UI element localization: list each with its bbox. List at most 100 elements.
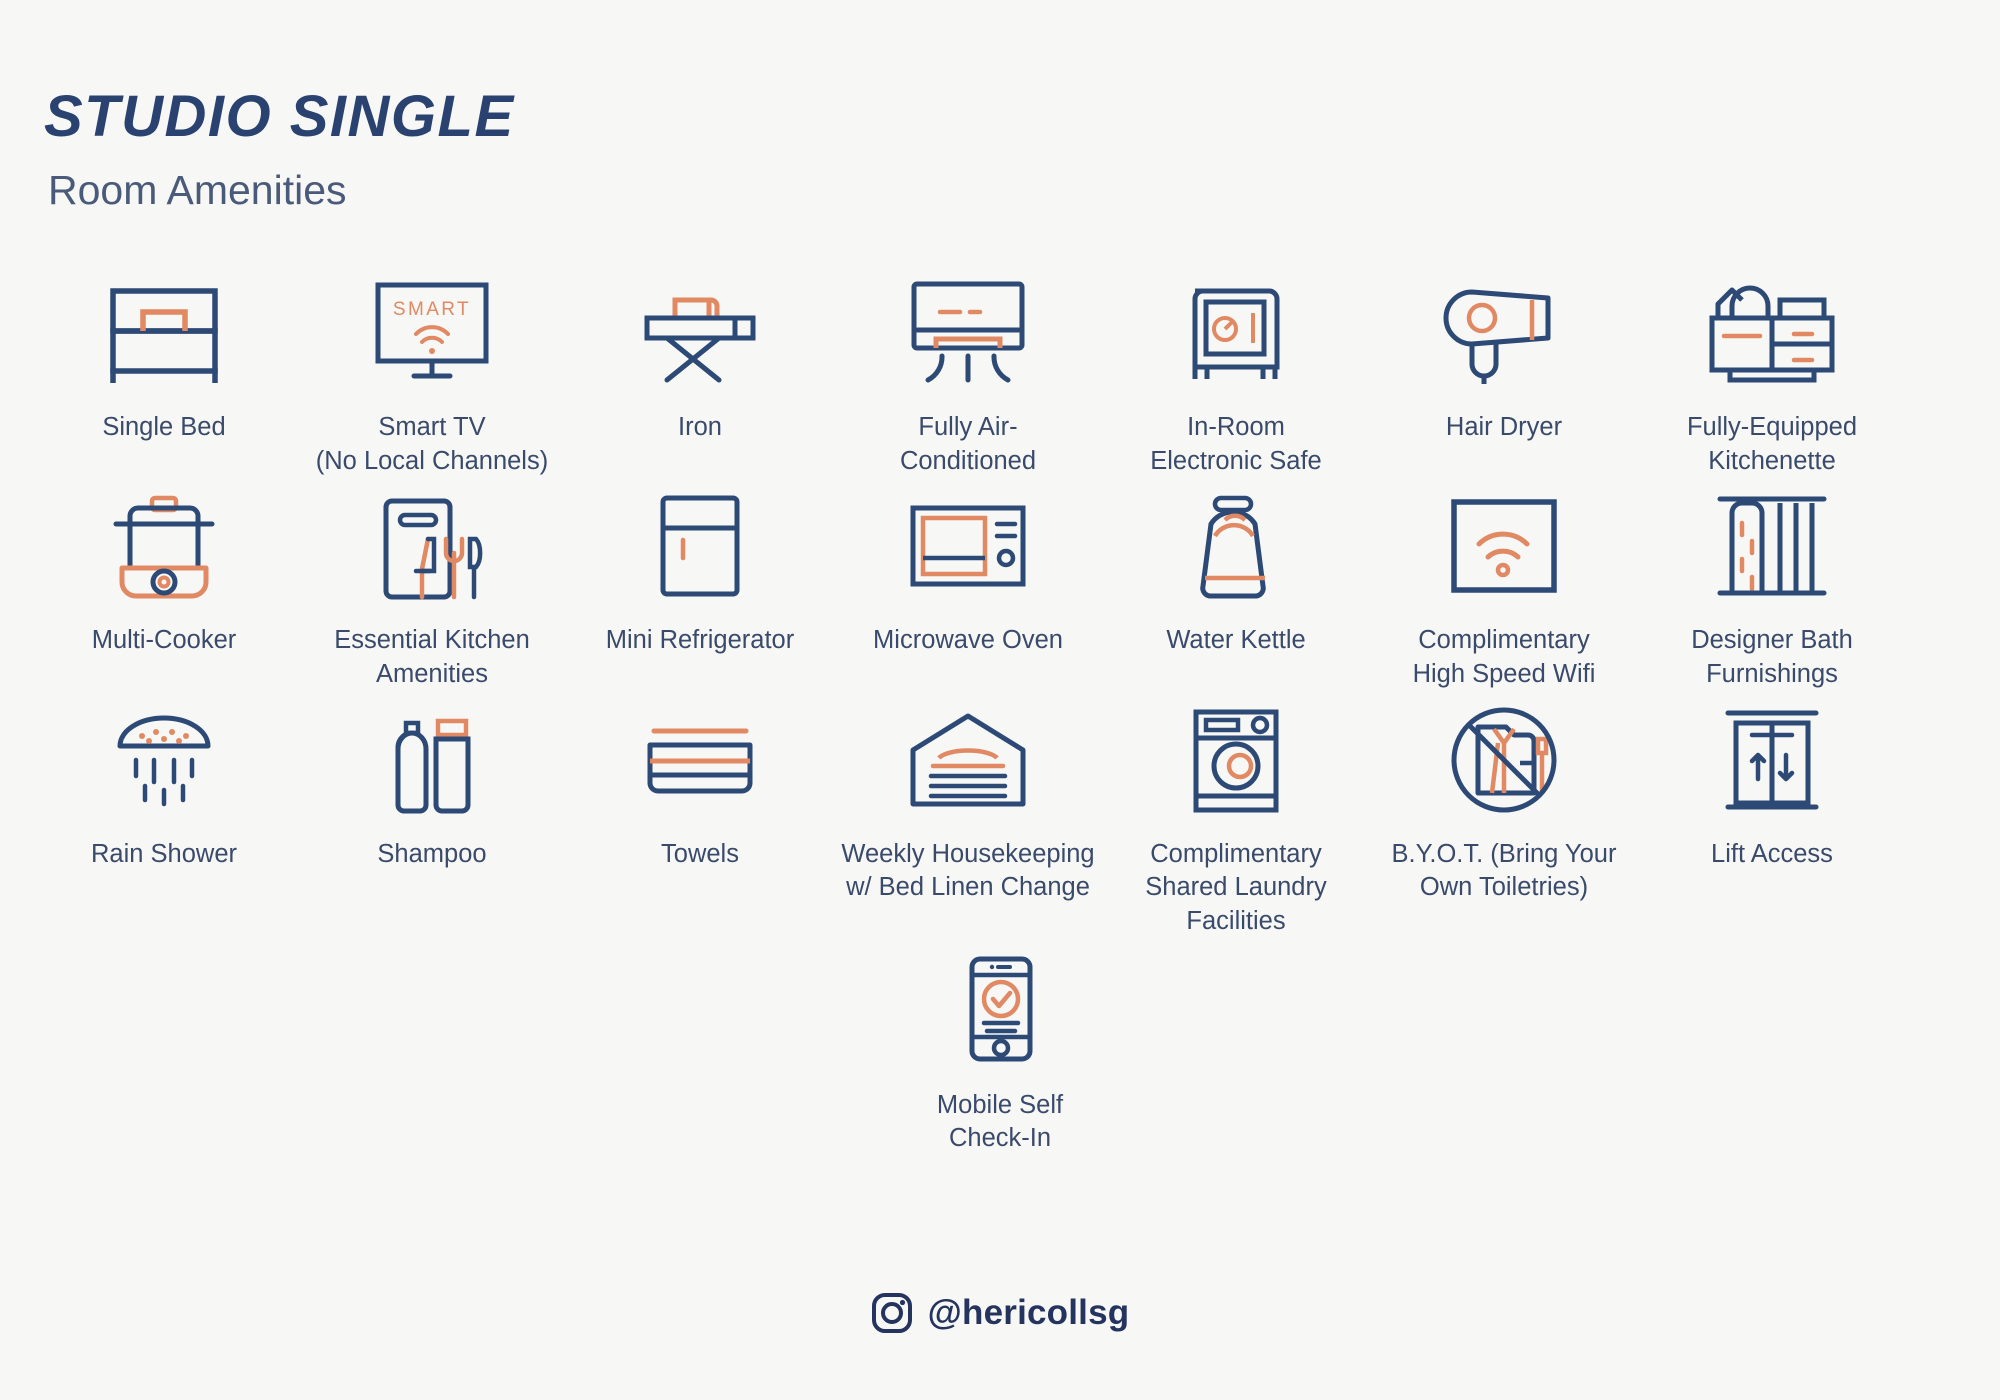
amenity-label: Fully-Equipped Kitchenette	[1687, 411, 1857, 478]
amenity-label: Essential Kitchen Amenities	[334, 624, 530, 691]
page-header: STUDIO SINGLE Room Amenities	[0, 0, 2000, 211]
page-title: STUDIO SINGLE	[44, 84, 515, 149]
amenity-air-conditioned: Fully Air- Conditioned	[834, 267, 1102, 478]
amenity-label-line1: Complimentary	[1150, 839, 1322, 868]
bath-furnishings-icon	[1712, 484, 1832, 608]
mini-fridge-icon	[645, 484, 755, 608]
shampoo-icon	[372, 698, 492, 822]
amenity-label-line1: Essential Kitchen	[334, 626, 530, 655]
amenity-rain-shower: Rain Shower	[30, 698, 298, 872]
amenity-byot: B.Y.O.T. (Bring Your Own Toiletries)	[1370, 698, 1638, 905]
wifi-icon	[1441, 484, 1567, 608]
amenity-label: Complimentary High Speed Wifi	[1413, 624, 1596, 691]
amenities-row: Single Bed SMART Smart TV (No Local Chan…	[30, 267, 1970, 484]
amenity-label: Iron	[678, 413, 722, 441]
kitchenette-icon	[1702, 267, 1842, 395]
amenity-hair-dryer: Hair Dryer	[1370, 267, 1638, 445]
amenity-mini-refrigerator: Mini Refrigerator	[566, 484, 834, 658]
amenity-label-line1: Fully Air-	[918, 413, 1018, 441]
towels-icon	[636, 698, 764, 822]
amenity-label: Rain Shower	[91, 839, 237, 868]
amenity-label-line1: Smart TV	[378, 413, 486, 441]
amenity-microwave-oven: Microwave Oven	[834, 484, 1102, 658]
water-kettle-icon	[1181, 484, 1291, 608]
smart-tv-icon: SMART	[366, 267, 498, 395]
amenity-label-line2: (No Local Channels)	[315, 446, 549, 475]
lift-icon	[1720, 698, 1824, 822]
amenity-label: Complimentary Shared Laundry Facilities	[1145, 838, 1326, 939]
amenity-label: Water Kettle	[1166, 626, 1306, 655]
amenity-laundry: Complimentary Shared Laundry Facilities	[1102, 698, 1370, 939]
amenity-towels: Towels	[566, 698, 834, 872]
microwave-icon	[903, 484, 1033, 608]
amenity-label: B.Y.O.T. (Bring Your Own Toiletries)	[1392, 838, 1617, 905]
amenity-water-kettle: Water Kettle	[1102, 484, 1370, 658]
amenity-label: Fully Air- Conditioned	[900, 411, 1036, 478]
instagram-icon[interactable]	[871, 1292, 913, 1334]
smart-tv-screen-text: SMART	[393, 299, 471, 320]
amenity-label: Shampoo	[377, 839, 487, 868]
social-footer[interactable]: @hericollsg	[0, 1292, 2000, 1334]
amenity-label: Weekly Housekeeping w/ Bed Linen Change	[841, 838, 1094, 905]
safe-icon	[1181, 267, 1291, 395]
amenity-label: Multi-Cooker	[91, 626, 237, 655]
amenity-label: Single Bed	[102, 413, 226, 441]
page-subtitle: Room Amenities	[48, 167, 347, 213]
amenity-label-line1: Complimentary	[1418, 626, 1590, 655]
instagram-handle[interactable]: @hericollsg	[928, 1293, 1130, 1333]
amenity-label: Towels	[661, 839, 739, 868]
amenity-label-line1: Fully-Equipped	[1686, 413, 1858, 441]
amenity-label-line1: Mobile Self	[936, 1090, 1064, 1119]
amenity-label-line1: In-Room	[1187, 413, 1285, 441]
amenity-multi-cooker: Multi-Cooker	[30, 484, 298, 658]
amenity-label-line2: Own Toiletries)	[1419, 873, 1589, 902]
amenity-kitchen-amenities: Essential Kitchen Amenities	[298, 484, 566, 691]
amenity-label: Mobile Self Check-In	[937, 1089, 1063, 1156]
amenity-label: Designer Bath Furnishings	[1691, 624, 1853, 691]
amenity-label-line3: Facilities	[1186, 906, 1286, 935]
amenity-wifi: Complimentary High Speed Wifi	[1370, 484, 1638, 691]
amenity-label-line2: Kitchenette	[1708, 446, 1836, 475]
hair-dryer-icon	[1442, 267, 1566, 395]
housekeeping-icon	[903, 698, 1033, 822]
amenity-label: Smart TV (No Local Channels)	[316, 411, 548, 478]
amenity-label-line2: Amenities	[376, 659, 488, 688]
amenity-label: Hair Dryer	[1445, 413, 1563, 441]
amenity-label: Lift Access	[1711, 839, 1833, 868]
amenity-iron: Iron	[566, 267, 834, 445]
amenities-row: Multi-Cooker Essential Kitchen Amenities…	[30, 484, 1970, 697]
amenity-label-line2: Conditioned	[899, 446, 1037, 475]
amenity-bath-furnishings: Designer Bath Furnishings	[1638, 484, 1906, 691]
amenity-smart-tv: SMART Smart TV (No Local Channels)	[298, 267, 566, 478]
amenity-label-line2: High Speed Wifi	[1412, 659, 1596, 688]
amenity-label-line2: w/ Bed Linen Change	[846, 873, 1090, 902]
single-bed-icon	[99, 267, 229, 395]
amenity-label-line1: Designer Bath	[1691, 626, 1853, 655]
multi-cooker-icon	[102, 484, 226, 608]
amenity-label-line2: Furnishings	[1706, 659, 1838, 688]
amenity-label-line1: Weekly Housekeeping	[841, 839, 1095, 868]
amenities-grid: Single Bed SMART Smart TV (No Local Chan…	[0, 267, 2000, 1162]
amenity-housekeeping: Weekly Housekeeping w/ Bed Linen Change	[834, 698, 1102, 905]
rain-shower-icon	[102, 698, 226, 822]
amenity-label-line2: Check-In	[948, 1124, 1052, 1153]
amenities-row: Rain Shower Shampoo Towels Weekly Housek…	[30, 698, 1970, 945]
amenity-label-line2: Electronic Safe	[1150, 446, 1322, 475]
amenity-label-line2: Shared Laundry	[1145, 873, 1327, 902]
amenity-label-line1: B.Y.O.T. (Bring Your	[1391, 839, 1617, 868]
amenity-label: Microwave Oven	[873, 626, 1063, 655]
air-conditioner-icon	[902, 267, 1034, 395]
kitchen-utensils-icon	[366, 484, 498, 608]
amenities-poster: STUDIO SINGLE Room Amenities Single Bed …	[0, 0, 2000, 1400]
amenity-single-bed: Single Bed	[30, 267, 298, 445]
laundry-machine-icon	[1184, 698, 1288, 822]
amenity-kitchenette: Fully-Equipped Kitchenette	[1638, 267, 1906, 478]
amenities-row: Mobile Self Check-In	[30, 945, 1970, 1162]
amenity-electronic-safe: In-Room Electronic Safe	[1102, 267, 1370, 478]
amenity-label: In-Room Electronic Safe	[1150, 411, 1322, 478]
amenity-lift-access: Lift Access	[1638, 698, 1906, 872]
mobile-checkin-icon	[956, 945, 1044, 1073]
no-toiletries-icon	[1446, 698, 1562, 822]
iron-icon	[637, 267, 763, 395]
amenity-shampoo: Shampoo	[298, 698, 566, 872]
